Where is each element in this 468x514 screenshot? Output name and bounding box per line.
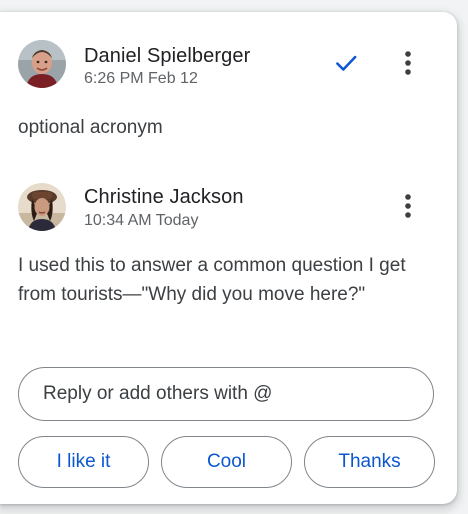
comment-body: I used this to answer a common question …	[18, 255, 406, 305]
more-vert-icon	[405, 51, 411, 75]
suggestion-chip-thanks[interactable]: Thanks	[304, 436, 435, 488]
more-options-button[interactable]	[390, 45, 426, 81]
comment-timestamp: 6:26 PM Feb 12	[84, 70, 198, 87]
more-options-button[interactable]	[390, 188, 426, 224]
suggestion-chip-cool[interactable]: Cool	[161, 436, 292, 488]
suggestion-chip-like[interactable]: I like it	[18, 436, 149, 488]
avatar-christine-image	[18, 183, 66, 231]
reply-input[interactable]	[18, 367, 434, 421]
comment-timestamp: 10:34 AM Today	[84, 212, 199, 229]
resolve-button[interactable]	[328, 45, 364, 81]
avatar-daniel-image	[18, 40, 66, 88]
checkmark-icon	[336, 55, 357, 71]
comment-author: Daniel Spielberger	[84, 45, 251, 67]
avatar[interactable]	[18, 40, 66, 88]
more-vert-icon	[405, 194, 411, 218]
comment-thread-card: Daniel Spielberger 6:26 PM Feb 12 option…	[0, 12, 457, 504]
comment-body: optional acronym	[18, 117, 163, 138]
avatar[interactable]	[18, 183, 66, 231]
comment-author: Christine Jackson	[84, 186, 244, 208]
